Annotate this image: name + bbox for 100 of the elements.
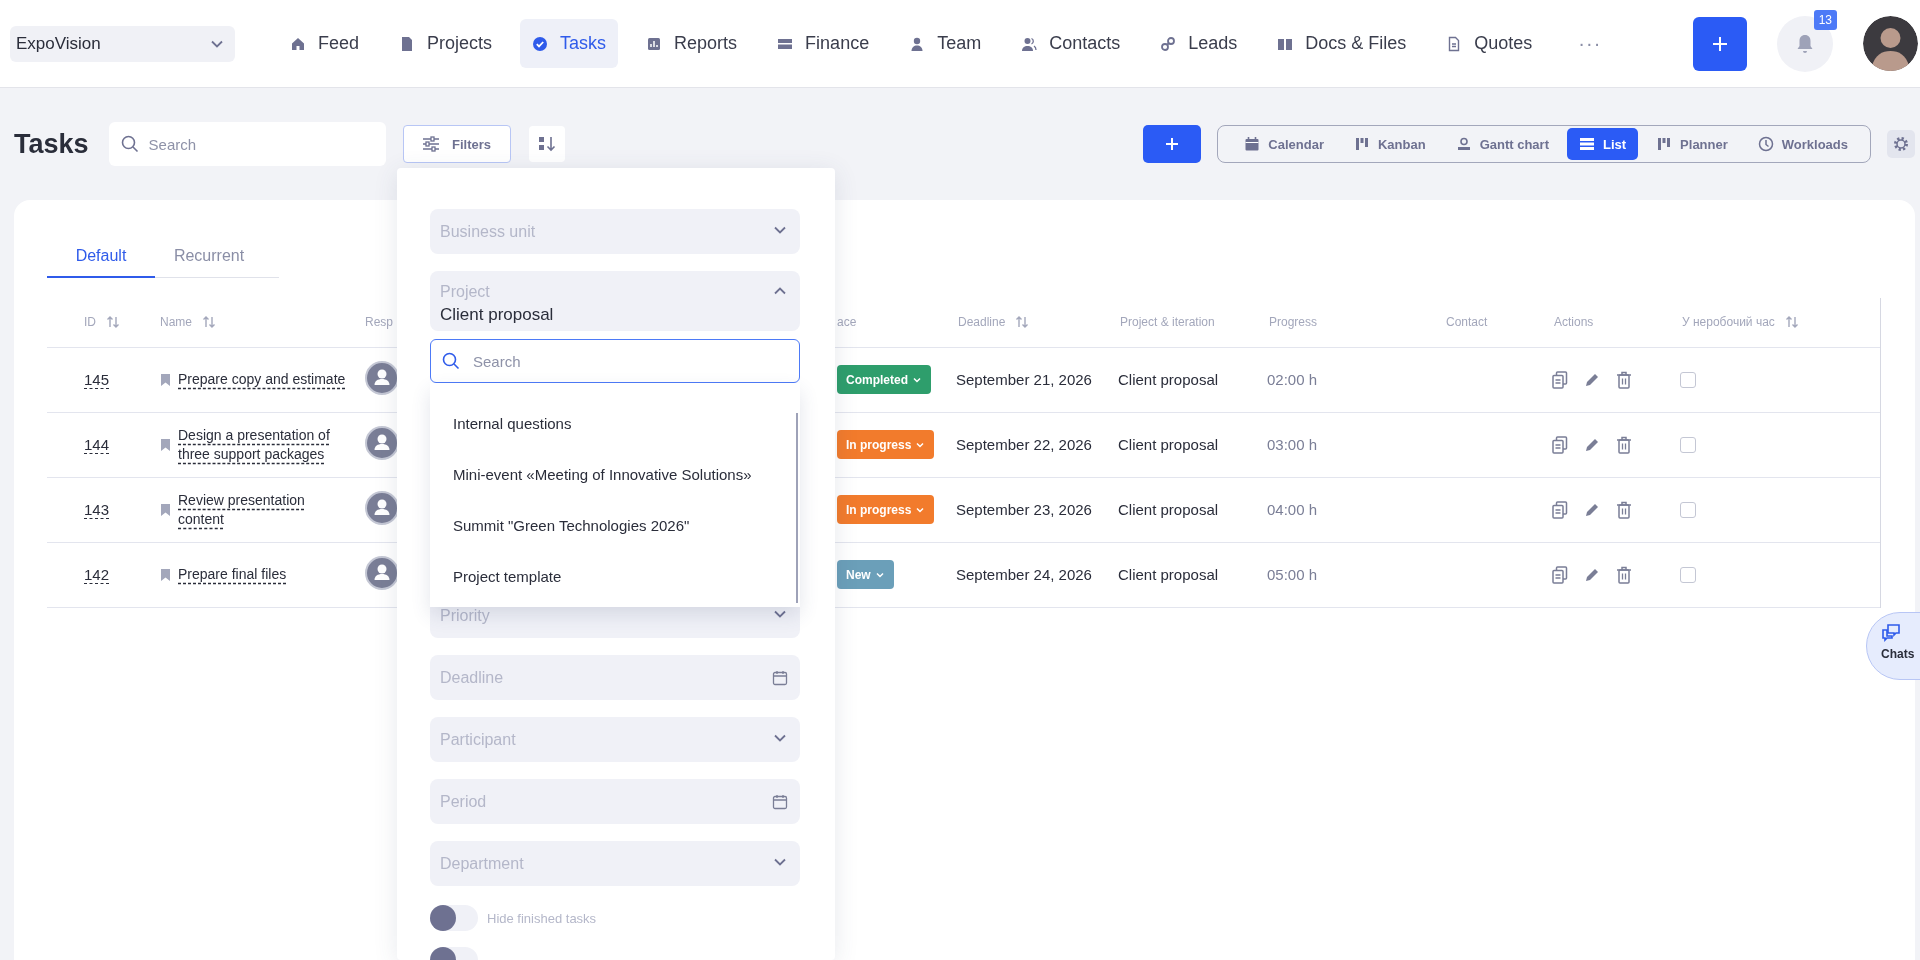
progress-hours: 05:00 h <box>1267 565 1318 583</box>
field-label: Project <box>440 283 491 301</box>
toggle-switch[interactable] <box>430 905 478 931</box>
view-tab[interactable]: Calendar <box>1232 128 1336 160</box>
project-name: Client proposal <box>1118 370 1219 388</box>
sort-icon[interactable] <box>106 315 120 329</box>
bookmark-icon[interactable] <box>160 567 171 582</box>
task-id[interactable]: 144 <box>84 435 110 454</box>
sort-button[interactable] <box>528 126 565 162</box>
edit-icon[interactable] <box>1584 501 1600 518</box>
search-icon <box>120 135 139 153</box>
sort-icon[interactable] <box>202 315 216 329</box>
copy-icon[interactable] <box>1552 435 1568 454</box>
view-tab[interactable]: List <box>1566 128 1639 160</box>
task-name-link[interactable]: Prepare copy and estimate <box>178 370 350 389</box>
column-header: У неробочий час <box>1682 315 1775 329</box>
dropdown-search-field[interactable]: Search <box>430 339 800 383</box>
nav-item[interactable]: Projects <box>387 19 505 68</box>
after-hours-checkbox[interactable] <box>1680 436 1696 453</box>
calendar-icon <box>772 793 788 810</box>
task-id[interactable]: 142 <box>84 565 110 584</box>
bookmark-icon[interactable] <box>160 372 171 387</box>
view-tab[interactable]: Workloads <box>1745 128 1860 160</box>
deadline-date: September 21, 2026 <box>956 370 1092 388</box>
filters-button[interactable]: Filters <box>402 125 511 163</box>
column-header: Progress <box>1269 315 1318 329</box>
task-id[interactable]: 145 <box>84 370 110 389</box>
people-icon <box>1021 35 1038 52</box>
add-button[interactable] <box>1693 16 1747 71</box>
chart-icon <box>646 35 663 52</box>
project-name: Client proposal <box>1118 565 1219 583</box>
copy-icon[interactable] <box>1552 370 1568 389</box>
notification-count: 13 <box>1813 9 1837 30</box>
tab[interactable]: Default <box>47 235 155 278</box>
dropdown-option[interactable]: Internal questions <box>430 398 800 449</box>
chat-bubbles-icon <box>1881 623 1901 643</box>
nav-item[interactable]: Contacts <box>1009 19 1133 68</box>
nav-item[interactable]: Finance <box>765 19 882 68</box>
nav-item[interactable]: Tasks <box>520 19 619 68</box>
view-tab[interactable]: Gantt chart <box>1443 128 1561 160</box>
page-title: Tasks <box>14 128 89 160</box>
copy-icon[interactable] <box>1552 500 1568 519</box>
task-name-link[interactable]: Prepare final files <box>178 565 350 584</box>
nav-item[interactable]: Feed <box>278 19 372 68</box>
sort-icon[interactable] <box>1784 315 1799 329</box>
delete-icon[interactable] <box>1616 370 1632 389</box>
nav-item[interactable]: Leads <box>1148 19 1250 68</box>
sort-icon[interactable] <box>1015 315 1030 329</box>
delete-icon[interactable] <box>1616 500 1632 519</box>
copy-icon[interactable] <box>1552 565 1568 584</box>
progress-hours: 02:00 h <box>1267 370 1318 388</box>
deadline-date: September 23, 2026 <box>956 500 1092 518</box>
edit-icon[interactable] <box>1584 371 1600 388</box>
field-value: Client proposal <box>440 305 554 325</box>
dropdown-option[interactable]: Summit "Green Technologies 2026" <box>430 500 800 551</box>
settings-button[interactable] <box>1887 130 1915 158</box>
workspace-selector[interactable]: ExpoVision <box>10 25 235 62</box>
after-hours-checkbox[interactable] <box>1680 566 1696 583</box>
edit-icon[interactable] <box>1584 566 1600 583</box>
column-header: Actions <box>1554 315 1594 329</box>
nav-item[interactable]: Reports <box>634 19 750 68</box>
delete-icon[interactable] <box>1616 565 1632 584</box>
deadline-date: September 22, 2026 <box>956 435 1092 453</box>
add-task-button[interactable] <box>1143 125 1202 163</box>
column-header: Project & iteration <box>1120 315 1215 329</box>
column-header: ID <box>84 315 96 329</box>
project-name: Client proposal <box>1118 500 1219 518</box>
task-name-link[interactable]: Design a presentation of three support packages <box>178 425 350 464</box>
plus-icon <box>1164 136 1181 152</box>
link-icon <box>1160 35 1177 52</box>
column-header: Resp <box>365 315 393 329</box>
nav-item[interactable]: Quotes <box>1434 19 1545 68</box>
bookmark-icon[interactable] <box>160 437 171 452</box>
check-circle-icon <box>532 35 549 52</box>
bell-icon <box>1796 33 1814 54</box>
search-field[interactable]: Search <box>108 122 386 166</box>
bookmark-icon[interactable] <box>160 502 171 517</box>
column-header: ace <box>837 315 857 329</box>
avatar[interactable] <box>1863 16 1918 71</box>
progress-hours: 03:00 h <box>1267 435 1318 453</box>
column-header: Contact <box>1446 315 1488 329</box>
gantt-icon <box>1455 136 1472 152</box>
task-name-link[interactable]: Review presentation content <box>178 490 350 529</box>
sliders-icon <box>422 136 441 152</box>
edit-icon[interactable] <box>1584 436 1600 453</box>
settings-icon <box>1892 135 1910 153</box>
calendar-icon <box>772 669 788 686</box>
kanban-icon <box>1656 136 1673 152</box>
nav-item[interactable]: Docs & Files <box>1265 19 1419 68</box>
search-icon <box>442 352 460 370</box>
dropdown-option[interactable]: Mini-event «Meeting of Innovative Solutions» <box>430 449 800 500</box>
after-hours-checkbox[interactable] <box>1680 501 1696 518</box>
delete-icon[interactable] <box>1616 435 1632 454</box>
after-hours-checkbox[interactable] <box>1680 371 1696 388</box>
view-tab[interactable]: Kanban <box>1341 128 1438 160</box>
nav-item[interactable]: Team <box>897 19 994 68</box>
filter-dropdown[interactable]: Project Client proposal <box>430 271 800 331</box>
task-id[interactable]: 143 <box>84 500 110 519</box>
home-icon <box>290 35 306 52</box>
view-tab[interactable]: Planner <box>1644 128 1740 160</box>
